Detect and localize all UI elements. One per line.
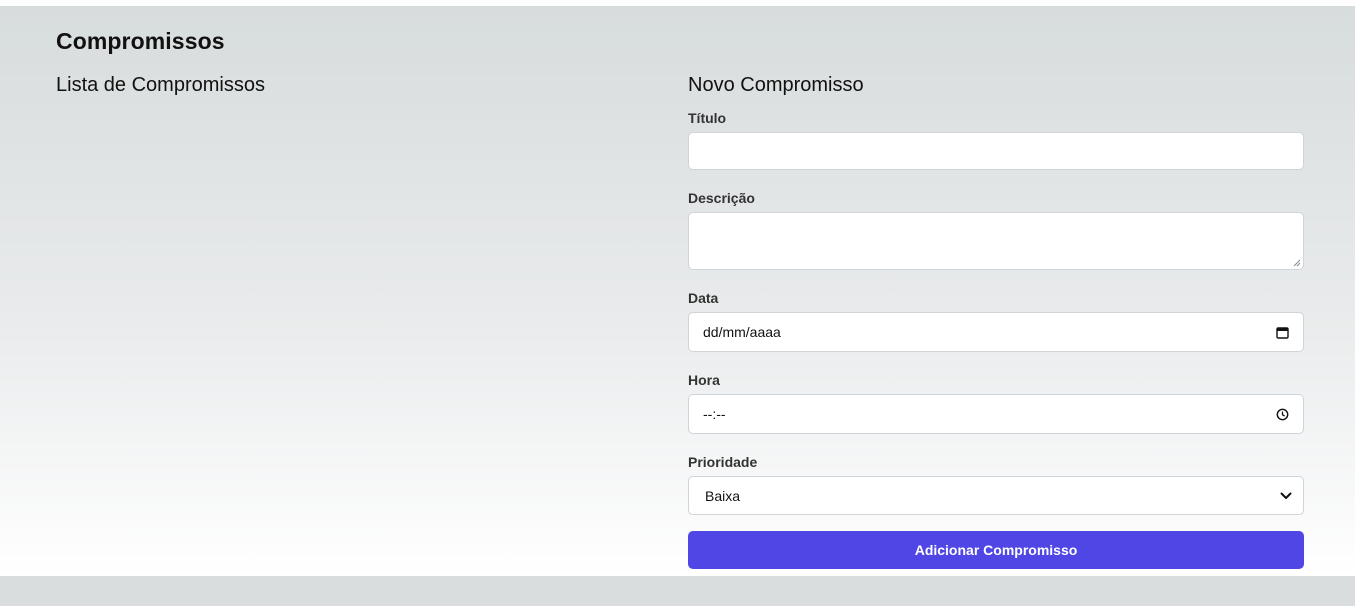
priority-select[interactable]: Baixa <box>688 476 1304 515</box>
new-appointment-form: Título Descrição Data dd/mm/aaaa Hora --… <box>688 110 1304 569</box>
main-panel: Compromissos Lista de Compromissos Novo … <box>0 6 1355 576</box>
description-field-group: Descrição <box>688 190 1304 270</box>
time-input[interactable]: --:-- <box>688 394 1304 434</box>
calendar-icon[interactable] <box>1275 325 1289 339</box>
description-textarea[interactable] <box>688 212 1304 270</box>
priority-selected-value: Baixa <box>705 487 741 504</box>
time-input-value: --:-- <box>703 406 726 422</box>
add-appointment-button[interactable]: Adicionar Compromisso <box>688 531 1304 569</box>
date-field-group: Data dd/mm/aaaa <box>688 290 1304 352</box>
chevron-down-icon[interactable] <box>1279 489 1293 503</box>
date-input-value: dd/mm/aaaa <box>703 324 781 340</box>
page-title: Compromissos <box>56 28 225 54</box>
title-label: Título <box>688 110 727 126</box>
time-label: Hora <box>688 372 720 388</box>
date-label: Data <box>688 290 719 306</box>
resize-grip-icon[interactable] <box>1293 259 1301 267</box>
priority-field-group: Prioridade Baixa <box>688 454 1304 515</box>
time-field-group: Hora --:-- <box>688 372 1304 434</box>
title-field-group: Título <box>688 110 1304 170</box>
date-input[interactable]: dd/mm/aaaa <box>688 312 1304 352</box>
appointments-list-title: Lista de Compromissos <box>56 74 265 96</box>
description-label: Descrição <box>688 190 755 206</box>
clock-icon[interactable] <box>1275 407 1289 421</box>
title-input[interactable] <box>688 132 1304 170</box>
priority-label: Prioridade <box>688 454 758 470</box>
new-appointment-title: Novo Compromisso <box>688 74 864 96</box>
